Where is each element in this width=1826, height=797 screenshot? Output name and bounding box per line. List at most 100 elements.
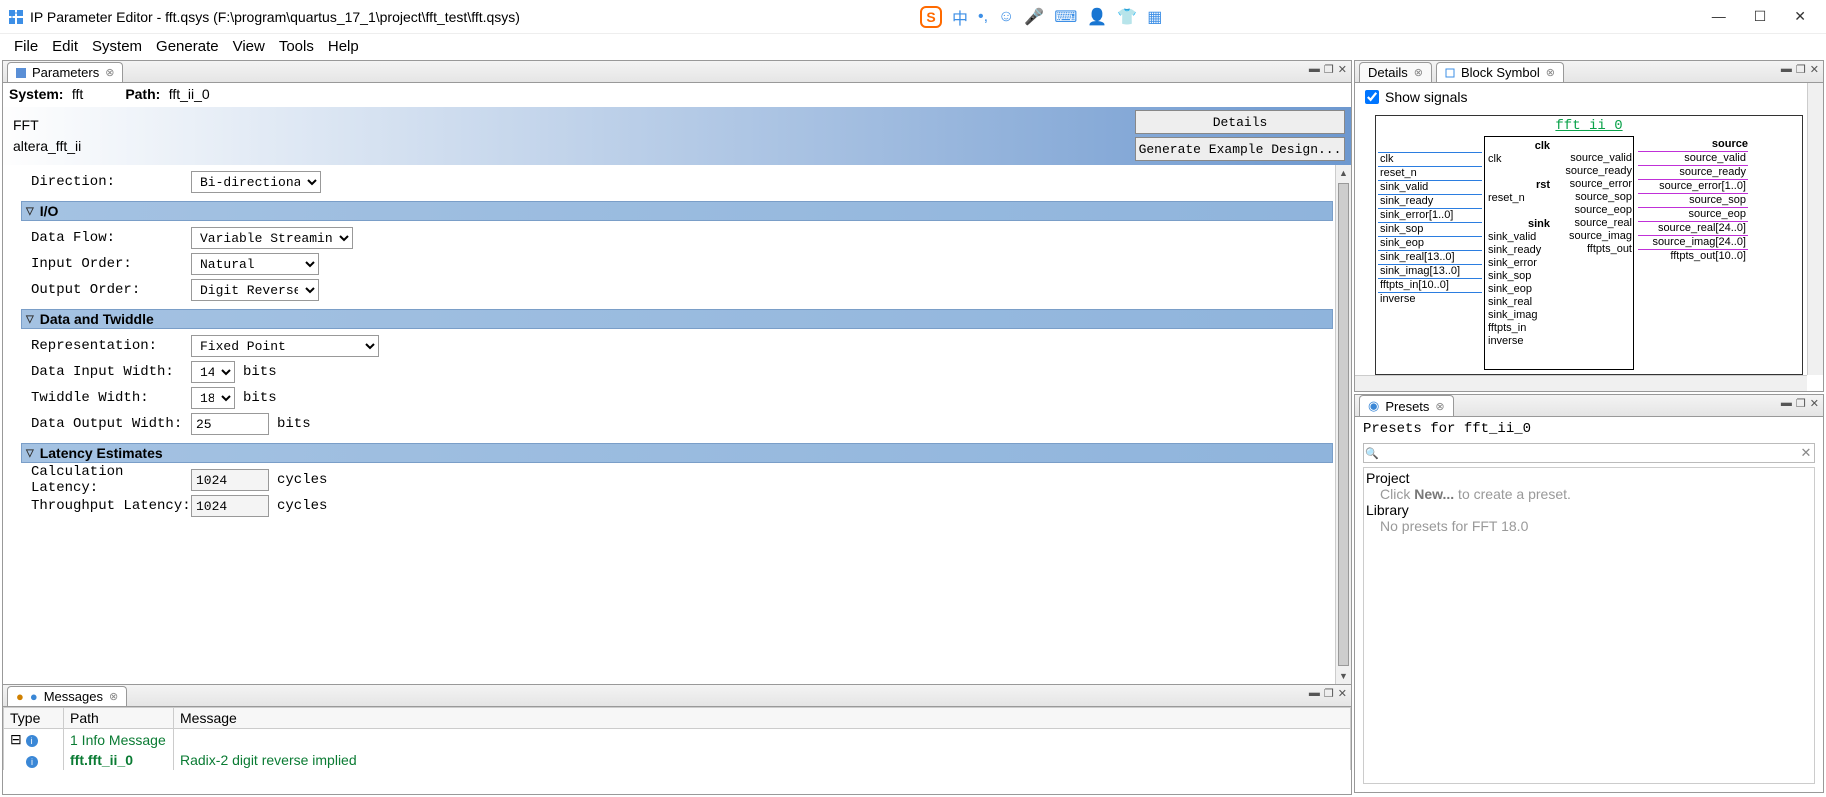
presets-header: Presets for fft_ii_0 <box>1355 417 1823 441</box>
generate-example-button[interactable]: Generate Example Design... <box>1135 137 1345 161</box>
panel-restore-button[interactable]: ❐ <box>1796 397 1806 410</box>
right-external-ports: sourcesource_validsource_readysource_err… <box>1638 138 1748 263</box>
ime-punct-icon[interactable]: •, <box>978 8 988 26</box>
ime-toolbar: S 中 •, ☺ 🎤 ⌨ 👤 👕 ▦ <box>920 5 1162 29</box>
system-name: fft <box>72 86 83 102</box>
path-label: Path: <box>125 86 160 102</box>
panel-close-button[interactable]: ✕ <box>1810 63 1819 76</box>
menu-tools[interactable]: Tools <box>273 36 320 57</box>
menu-file[interactable]: File <box>8 36 44 57</box>
inputorder-label: Input Order: <box>31 256 191 272</box>
outputorder-select[interactable]: Digit Reverse <box>191 279 319 301</box>
menu-system[interactable]: System <box>86 36 148 57</box>
tab-details-label: Details <box>1368 65 1408 80</box>
tab-parameters-label: Parameters <box>32 65 99 80</box>
scroll-down-icon[interactable]: ▼ <box>1336 668 1351 684</box>
panel-restore-button[interactable]: ❐ <box>1796 63 1806 76</box>
block-icon <box>1445 68 1455 78</box>
panel-restore-button[interactable]: ❐ <box>1324 687 1334 700</box>
inputorder-select[interactable]: Natural <box>191 253 319 275</box>
presets-search-input[interactable] <box>1380 446 1798 460</box>
col-type[interactable]: Type <box>4 708 64 729</box>
collapse-icon: ▽ <box>26 448 34 459</box>
close-icon[interactable]: ⊗ <box>1546 66 1555 79</box>
data-output-width-input[interactable] <box>191 413 269 435</box>
close-icon[interactable]: ⊗ <box>109 690 118 703</box>
panel-close-button[interactable]: ✕ <box>1810 397 1819 410</box>
ip-core: altera_fft_ii <box>13 136 81 157</box>
tab-block-symbol[interactable]: Block Symbol⊗ <box>1436 62 1564 82</box>
close-icon[interactable]: ⊗ <box>1435 400 1444 413</box>
section-io[interactable]: ▽ I/O <box>21 201 1333 221</box>
panel-minimize-button[interactable]: ▬ <box>1309 687 1320 700</box>
ime-lang-icon[interactable]: 中 <box>952 5 968 29</box>
tab-parameters[interactable]: Parameters ⊗ <box>7 62 123 82</box>
table-row[interactable]: ⊟ i 1 Info Message <box>4 729 1351 751</box>
twiddle-width-label: Twiddle Width: <box>31 390 191 406</box>
panel-restore-button[interactable]: ❐ <box>1324 63 1334 76</box>
window-title: IP Parameter Editor - fft.qsys (F:\progr… <box>30 9 520 25</box>
section-data-twiddle[interactable]: ▽Data and Twiddle <box>21 309 1333 329</box>
panel-minimize-button[interactable]: ▬ <box>1309 63 1320 76</box>
menu-generate[interactable]: Generate <box>150 36 225 57</box>
info-icon: i <box>26 756 38 768</box>
details-button[interactable]: Details <box>1135 110 1345 134</box>
dataflow-select[interactable]: Variable Streaming <box>191 227 353 249</box>
scroll-thumb[interactable] <box>1338 183 1349 666</box>
scroll-up-icon[interactable]: ▲ <box>1336 165 1351 181</box>
panel-close-button[interactable]: ✕ <box>1338 687 1347 700</box>
col-path[interactable]: Path <box>64 708 174 729</box>
collapse-icon: ▽ <box>26 314 34 325</box>
window-close-button[interactable]: ✕ <box>1794 8 1806 25</box>
bits-unit: bits <box>277 416 311 432</box>
twiddle-width-select[interactable]: 18 <box>191 387 235 409</box>
representation-select[interactable]: Fixed Point <box>191 335 379 357</box>
close-icon[interactable]: ⊗ <box>1414 66 1423 79</box>
window-maximize-button[interactable]: ☐ <box>1754 8 1767 25</box>
presets-tabstrip: ◉ Presets⊗ ▬❐✕ <box>1355 395 1823 417</box>
close-icon[interactable]: ⊗ <box>105 66 114 79</box>
app-icon <box>8 9 24 25</box>
data-input-width-select[interactable]: 14 <box>191 361 235 383</box>
tab-presets-label: Presets <box>1385 399 1429 414</box>
ime-mic-icon[interactable]: 🎤 <box>1024 7 1044 27</box>
msg-path: 1 Info Message <box>64 729 174 751</box>
direction-select[interactable]: Bi-directional <box>191 171 321 193</box>
bits-unit: bits <box>243 364 277 380</box>
representation-label: Representation: <box>31 338 191 354</box>
ime-keyboard-icon[interactable]: ⌨ <box>1054 7 1077 27</box>
section-io-label: I/O <box>40 203 59 219</box>
window-minimize-button[interactable]: — <box>1712 8 1726 25</box>
menu-help[interactable]: Help <box>322 36 365 57</box>
clear-icon[interactable]: ✕ <box>1798 445 1814 461</box>
menu-edit[interactable]: Edit <box>46 36 84 57</box>
horizontal-scrollbar[interactable] <box>1355 375 1807 391</box>
calc-latency-label: Calculation Latency: <box>31 464 191 496</box>
collapse-icon: ▽ <box>26 206 34 217</box>
panel-close-button[interactable]: ✕ <box>1338 63 1347 76</box>
cycles-unit: cycles <box>277 472 327 488</box>
tab-messages[interactable]: ●● Messages ⊗ <box>7 686 127 706</box>
system-path-bar: System: fft Path: fft_ii_0 <box>3 83 1351 107</box>
vertical-scrollbar[interactable]: ▲ ▼ <box>1335 165 1351 684</box>
section-latency[interactable]: ▽Latency Estimates <box>21 443 1333 463</box>
sogou-icon: S <box>920 6 942 28</box>
table-row[interactable]: i fft.fft_ii_0 Radix-2 digit reverse imp… <box>4 750 1351 770</box>
parameters-body: Direction: Bi-directional ▽I/O Data Flow… <box>3 165 1351 684</box>
ime-face-icon[interactable]: ☺ <box>998 8 1014 26</box>
window-titlebar: IP Parameter Editor - fft.qsys (F:\progr… <box>0 0 1826 34</box>
right-tabstrip: Details ⊗ Block Symbol⊗ ▬ ❐ ✕ <box>1355 61 1823 83</box>
ime-person-icon[interactable]: 👤 <box>1087 7 1107 27</box>
presets-search[interactable]: 🔍 ✕ <box>1363 443 1815 463</box>
show-signals-checkbox[interactable] <box>1365 90 1379 104</box>
tab-details[interactable]: Details ⊗ <box>1359 62 1432 82</box>
vertical-scrollbar[interactable] <box>1807 83 1823 375</box>
menu-view[interactable]: View <box>227 36 271 57</box>
ime-grid-icon[interactable]: ▦ <box>1147 7 1162 27</box>
tab-presets[interactable]: ◉ Presets⊗ <box>1359 395 1454 416</box>
ime-shirt-icon[interactable]: 👕 <box>1117 7 1137 27</box>
col-message[interactable]: Message <box>174 708 1351 729</box>
panel-minimize-button[interactable]: ▬ <box>1781 397 1792 410</box>
panel-minimize-button[interactable]: ▬ <box>1781 63 1792 76</box>
bits-unit: bits <box>243 390 277 406</box>
